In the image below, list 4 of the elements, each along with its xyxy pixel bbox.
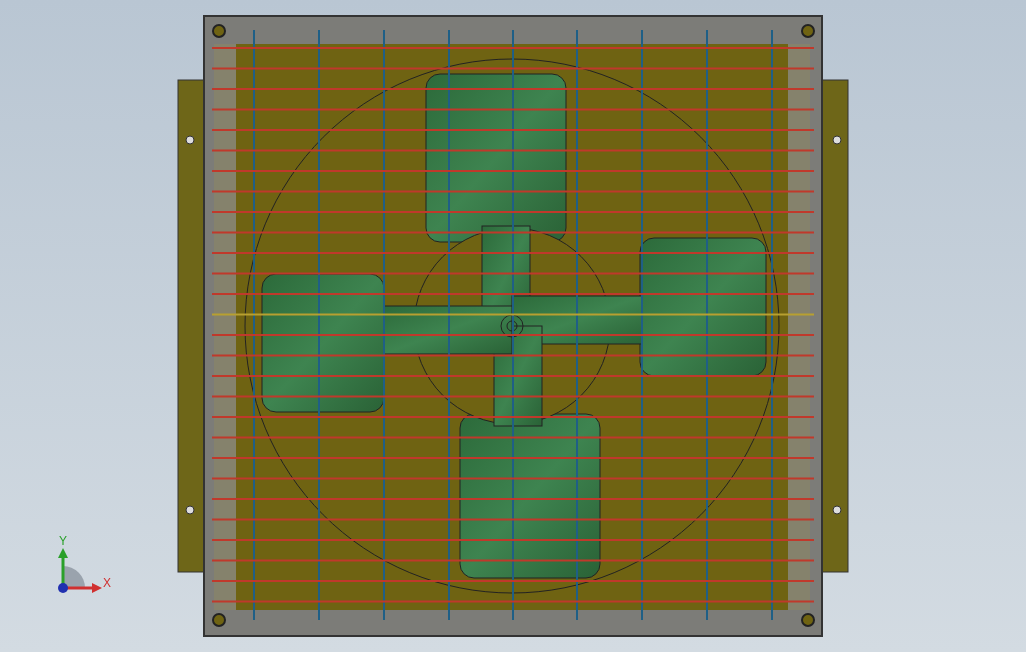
y-axis-label: Y (59, 534, 67, 548)
x-axis-label: X (103, 576, 111, 590)
triad-arc-icon (63, 566, 85, 588)
origin-icon (58, 583, 68, 593)
